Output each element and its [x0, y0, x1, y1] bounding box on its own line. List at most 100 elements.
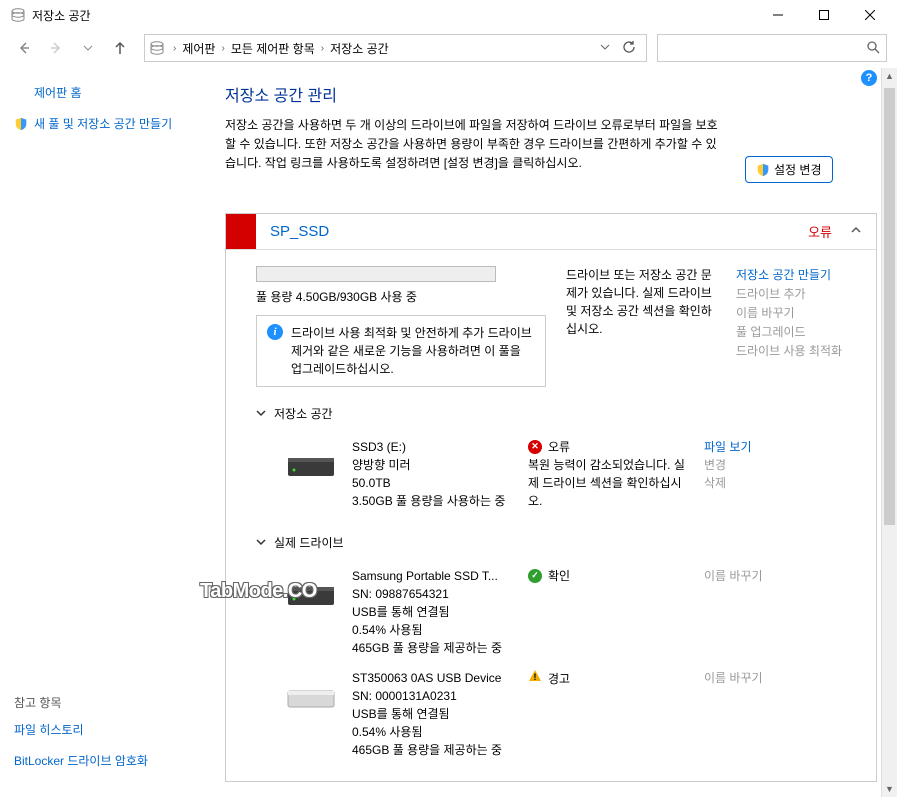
back-button[interactable]	[10, 34, 38, 62]
pool-header[interactable]: SP_SSD 오류	[226, 214, 876, 250]
drive-icon	[286, 444, 336, 480]
create-space-link[interactable]: 저장소 공간 만들기	[736, 266, 856, 283]
help-icon[interactable]: ?	[861, 70, 877, 86]
drive-status: 확인	[548, 567, 570, 585]
change-link: 변경	[704, 456, 752, 473]
space-size: 50.0TB	[352, 474, 512, 492]
drive-conn: USB를 통해 연결됨	[352, 603, 512, 621]
storage-icon	[10, 7, 26, 23]
rename-link: 이름 바꾸기	[736, 304, 856, 321]
drive-used: 0.54% 사용됨	[352, 621, 512, 639]
minimize-button[interactable]	[755, 0, 801, 30]
navbar: › 제어판 › 모든 제어판 항목 › 저장소 공간	[0, 30, 897, 66]
error-indicator	[226, 214, 256, 249]
main: 제어판 홈 새 풀 및 저장소 공간 만들기 참고 항목 파일 히스토리 Bit…	[0, 66, 897, 801]
recent-dropdown[interactable]	[74, 34, 102, 62]
sidebar-create-pool[interactable]: 새 풀 및 저장소 공간 만들기	[14, 115, 201, 132]
breadcrumb-sep: ›	[219, 43, 226, 54]
optimize-link: 드라이브 사용 최적화	[736, 342, 856, 359]
view-files-link[interactable]: 파일 보기	[704, 438, 752, 455]
spaces-section-title[interactable]: 저장소 공간	[256, 405, 856, 422]
breadcrumb-item[interactable]: 제어판	[178, 40, 219, 57]
sidebar: 제어판 홈 새 풀 및 저장소 공간 만들기 참고 항목 파일 히스토리 Bit…	[0, 66, 215, 801]
page-title: 저장소 공간 관리	[225, 82, 877, 106]
drive-item: ST350063 0AS USB Device SN: 0000131A0231…	[256, 663, 856, 765]
shield-icon	[756, 163, 770, 177]
space-name: SSD3 (E:)	[352, 438, 512, 456]
chevron-up-icon[interactable]	[850, 224, 862, 239]
space-status-detail: 복원 능력이 감소되었습니다. 실제 드라이브 섹션을 확인하십시오.	[528, 456, 688, 510]
content: ? 저장소 공간 관리 저장소 공간을 사용하면 두 개 이상의 드라이브에 파…	[215, 66, 897, 801]
pool-actions: 저장소 공간 만들기 드라이브 추가 이름 바꾸기 풀 업그레이드 드라이브 사…	[736, 266, 856, 387]
breadcrumb-dropdown[interactable]	[594, 41, 616, 55]
breadcrumb-item[interactable]: 저장소 공간	[326, 40, 393, 57]
pool-error-label: 오류	[808, 222, 832, 241]
drive-item: Samsung Portable SSD T... SN: 0988765432…	[256, 561, 856, 663]
drives-section-title[interactable]: 실제 드라이브	[256, 534, 856, 551]
rename-drive-link: 이름 바꾸기	[704, 567, 763, 584]
scroll-down-icon[interactable]: ▼	[882, 781, 897, 797]
ok-icon: ✓	[528, 569, 542, 583]
space-usage: 3.50GB 풀 용량을 사용하는 중	[352, 492, 512, 510]
drive-cap: 465GB 풀 용량을 제공하는 중	[352, 639, 512, 657]
titlebar: 저장소 공간	[0, 0, 897, 30]
breadcrumb-sep: ›	[319, 43, 326, 54]
pool-panel: SP_SSD 오류 풀 용량 4.50GB/930GB 사용 중 i 드라이브 …	[225, 213, 877, 782]
warning-icon: !	[528, 669, 542, 688]
search-input[interactable]	[657, 34, 887, 62]
drive-sn: SN: 09887654321	[352, 585, 512, 603]
spaces-label: 저장소 공간	[274, 405, 333, 422]
drive-conn: USB를 통해 연결됨	[352, 705, 512, 723]
space-type: 양방향 미러	[352, 456, 512, 474]
chevron-down-icon	[256, 407, 266, 421]
window-title: 저장소 공간	[32, 7, 755, 24]
drive-sn: SN: 0000131A0231	[352, 687, 512, 705]
svg-text:!: !	[534, 672, 537, 682]
maximize-button[interactable]	[801, 0, 847, 30]
breadcrumb[interactable]: › 제어판 › 모든 제어판 항목 › 저장소 공간	[144, 34, 647, 62]
sidebar-home[interactable]: 제어판 홈	[34, 84, 201, 101]
up-button[interactable]	[106, 34, 134, 62]
shield-icon	[14, 117, 28, 131]
scroll-up-icon[interactable]: ▲	[882, 68, 897, 84]
info-box: i 드라이브 사용 최적화 및 안전하게 추가 드라이브 제거와 같은 새로운 …	[256, 315, 546, 387]
rename-drive-link: 이름 바꾸기	[704, 669, 763, 686]
chevron-down-icon	[256, 536, 266, 550]
drive-status: 경고	[548, 670, 570, 688]
see-also-title: 참고 항목	[14, 694, 201, 711]
see-also-file-history[interactable]: 파일 히스토리	[14, 721, 201, 738]
search-icon	[866, 40, 880, 57]
scrollbar-thumb[interactable]	[884, 88, 895, 525]
breadcrumb-item[interactable]: 모든 제어판 항목	[227, 40, 319, 57]
delete-link: 삭제	[704, 474, 752, 491]
drive-name: Samsung Portable SSD T...	[352, 567, 512, 585]
capacity-bar	[256, 266, 496, 282]
breadcrumb-sep: ›	[171, 43, 178, 54]
pool-problem-text: 드라이브 또는 저장소 공간 문제가 있습니다. 실제 드라이브 및 저장소 공…	[566, 266, 716, 387]
drive-icon	[286, 573, 336, 609]
info-icon: i	[267, 324, 283, 340]
refresh-button[interactable]	[616, 40, 642, 57]
drive-used: 0.54% 사용됨	[352, 723, 512, 741]
upgrade-link: 풀 업그레이드	[736, 323, 856, 340]
add-drive-link: 드라이브 추가	[736, 285, 856, 302]
pool-name: SP_SSD	[270, 223, 808, 240]
storage-icon	[149, 40, 165, 56]
info-text: 드라이브 사용 최적화 및 안전하게 추가 드라이브 제거와 같은 새로운 기능…	[291, 324, 535, 378]
forward-button[interactable]	[42, 34, 70, 62]
change-settings-label: 설정 변경	[774, 161, 822, 178]
error-icon: ✕	[528, 440, 542, 454]
space-item: SSD3 (E:) 양방향 미러 50.0TB 3.50GB 풀 용량을 사용하…	[256, 432, 856, 516]
change-settings-button[interactable]: 설정 변경	[745, 156, 833, 183]
see-also-bitlocker[interactable]: BitLocker 드라이브 암호화	[14, 752, 201, 769]
page-description: 저장소 공간을 사용하면 두 개 이상의 드라이브에 파일을 저장하여 드라이브…	[225, 116, 725, 174]
vertical-scrollbar[interactable]: ▲ ▼	[881, 68, 897, 797]
drive-cap: 465GB 풀 용량을 제공하는 중	[352, 741, 512, 759]
capacity-text: 풀 용량 4.50GB/930GB 사용 중	[256, 288, 546, 305]
sidebar-create-pool-label: 새 풀 및 저장소 공간 만들기	[34, 115, 172, 132]
drive-icon	[286, 675, 336, 711]
space-status: 오류	[548, 438, 570, 456]
close-button[interactable]	[847, 0, 893, 30]
drives-label: 실제 드라이브	[274, 534, 344, 551]
drive-name: ST350063 0AS USB Device	[352, 669, 512, 687]
